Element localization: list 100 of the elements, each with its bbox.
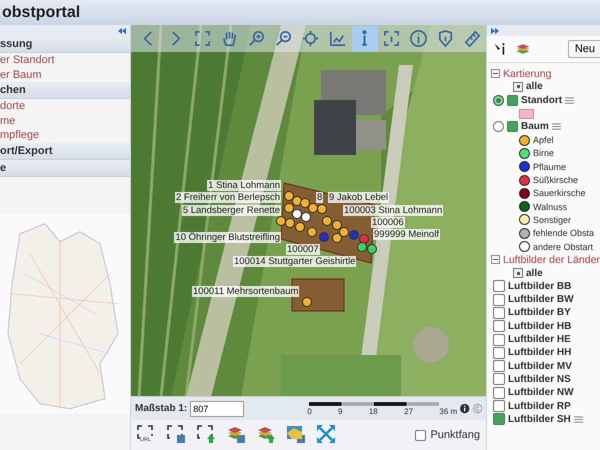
map-save-icon	[286, 424, 306, 444]
tree-label: 999999 Meinolf	[373, 229, 440, 240]
tree-label: 2 Freiherr von Berlepsch	[174, 192, 281, 203]
layer-radio[interactable]	[493, 94, 504, 106]
tree-label: 100007	[286, 244, 320, 255]
extent-arrows-icon	[316, 424, 336, 444]
menu-link[interactable]: er Baum	[0, 68, 130, 82]
legend-label: fehlende Obsta	[533, 228, 594, 238]
legend-label: Birne	[533, 148, 554, 158]
section-header[interactable]: e	[0, 160, 130, 176]
layer-label[interactable]: Luftbilder HH	[508, 347, 572, 358]
layer-label[interactable]: Luftbilder HE	[508, 334, 571, 346]
info-circle-icon	[409, 29, 428, 48]
legend-label: Süßkirsche	[533, 175, 578, 186]
scale-tick: 27	[404, 407, 414, 416]
tree-label: 10 Öhringer Blutstreifling	[174, 232, 281, 243]
tree-marker[interactable]	[300, 198, 310, 208]
legend-label: Sonstiger	[533, 214, 572, 225]
layer-label[interactable]: Luftbilder BY	[508, 307, 571, 318]
menu-link[interactable]: me	[0, 114, 130, 128]
layer-label[interactable]: alle	[526, 268, 543, 279]
scale-ruler-icon	[309, 401, 440, 408]
layer-label[interactable]: Luftbilder NS	[508, 374, 571, 385]
layer-checkbox[interactable]	[493, 413, 505, 426]
layer-checkbox[interactable]	[493, 386, 505, 399]
tree-label: 100003 Stina Lohmann	[343, 205, 444, 216]
layer-checkbox[interactable]	[493, 373, 505, 386]
info-icon	[361, 30, 368, 47]
legend-label: andere Obstart	[533, 242, 594, 252]
tree-label: 8	[316, 192, 324, 203]
group-label[interactable]: Luftbilder der Länder	[503, 254, 600, 266]
layer-checkbox[interactable]	[493, 346, 505, 359]
layer-label[interactable]: Standort	[521, 94, 562, 106]
section-header[interactable]: ssung	[0, 36, 130, 53]
layer-checkbox[interactable]	[493, 360, 505, 372]
new-button[interactable]: Neu	[568, 40, 600, 58]
tree-label: 100006	[371, 217, 405, 228]
scale-label: Maßstab 1:	[135, 403, 188, 414]
info-tool-button[interactable]	[352, 26, 378, 52]
legend-label: Sauerkirsche	[533, 188, 586, 198]
layer-checkbox[interactable]	[493, 294, 505, 306]
layer-label[interactable]: alle	[526, 81, 543, 92]
layer-checkbox[interactable]	[507, 121, 518, 132]
frame-save-icon	[166, 424, 186, 444]
legend-label: Pflaume	[533, 162, 566, 172]
frame-upload-icon	[196, 424, 216, 444]
app-title: obstportal	[2, 4, 80, 22]
menu-icon[interactable]	[552, 123, 561, 130]
scale-tick: 0	[307, 407, 312, 416]
legend-label: Apfel	[533, 135, 554, 146]
layer-checkbox[interactable]	[493, 400, 505, 412]
layers-save-icon	[226, 424, 246, 444]
layer-label[interactable]: Luftbilder NW	[508, 387, 574, 398]
scale-input[interactable]: 807	[190, 400, 244, 417]
layer-label[interactable]: Luftbilder BW	[508, 294, 574, 306]
scale-tick: 36 m	[439, 407, 458, 416]
tree-label: 5 Landsberger Renette	[182, 205, 281, 216]
layer-label[interactable]: Luftbilder BB	[508, 280, 572, 292]
layer-checkbox[interactable]	[507, 94, 518, 106]
chart-icon	[328, 29, 348, 48]
menu-icon[interactable]	[574, 416, 583, 423]
select-all-icon[interactable]	[513, 268, 523, 278]
fullscreen-icon	[192, 29, 212, 48]
scale-tick: 18	[368, 407, 378, 416]
legend-label: Walnuss	[533, 202, 568, 212]
menu-link[interactable]: er Standort	[0, 53, 130, 68]
tree-label: 100014 Stuttgarter Geishirtle	[233, 256, 356, 267]
layer-checkbox[interactable]	[493, 280, 505, 292]
layer-label[interactable]: Luftbilder HB	[508, 320, 572, 332]
snap-checkbox[interactable]: Punktfang	[415, 429, 480, 442]
collapse-toggle[interactable]	[491, 255, 500, 264]
crosshair-icon	[301, 29, 320, 48]
zoom-in-icon	[246, 29, 266, 48]
zoom-out-icon	[274, 29, 293, 48]
info-icon[interactable]	[460, 403, 470, 414]
menu-link[interactable]: mpflege	[0, 128, 130, 142]
layer-checkbox[interactable]	[493, 306, 505, 319]
layers-upload-icon	[256, 424, 276, 444]
select-all-icon[interactable]	[513, 82, 523, 92]
layer-checkbox[interactable]	[493, 334, 505, 346]
layer-checkbox[interactable]	[493, 320, 505, 332]
group-label[interactable]: Kartierung	[503, 68, 552, 80]
frame-info-icon	[382, 29, 402, 48]
collapse-toggle[interactable]	[491, 69, 500, 78]
section-header[interactable]: chen	[0, 82, 130, 99]
menu-link[interactable]: dorte	[0, 99, 130, 114]
layer-label[interactable]: Luftbilder SH	[508, 414, 571, 425]
tree-label: 100011 Mehrsortenbaum	[192, 286, 300, 297]
aerial-photo-drawing[interactable]	[131, 25, 486, 396]
layer-radio[interactable]	[493, 121, 504, 132]
scale-tick: 9	[338, 407, 342, 416]
tree-marker[interactable]	[292, 209, 302, 219]
menu-icon[interactable]	[565, 96, 574, 104]
tree-marker[interactable]	[284, 203, 294, 213]
layer-label[interactable]: Luftbilder RP	[508, 400, 571, 412]
tree-label: 9 Jakob Lebel	[328, 192, 390, 203]
tree-label: 1 Stina Lohmann	[207, 180, 281, 191]
layer-label[interactable]: Baum	[521, 121, 549, 132]
section-header[interactable]: ort/Export	[0, 142, 130, 160]
layer-label[interactable]: Luftbilder MV	[508, 360, 572, 372]
